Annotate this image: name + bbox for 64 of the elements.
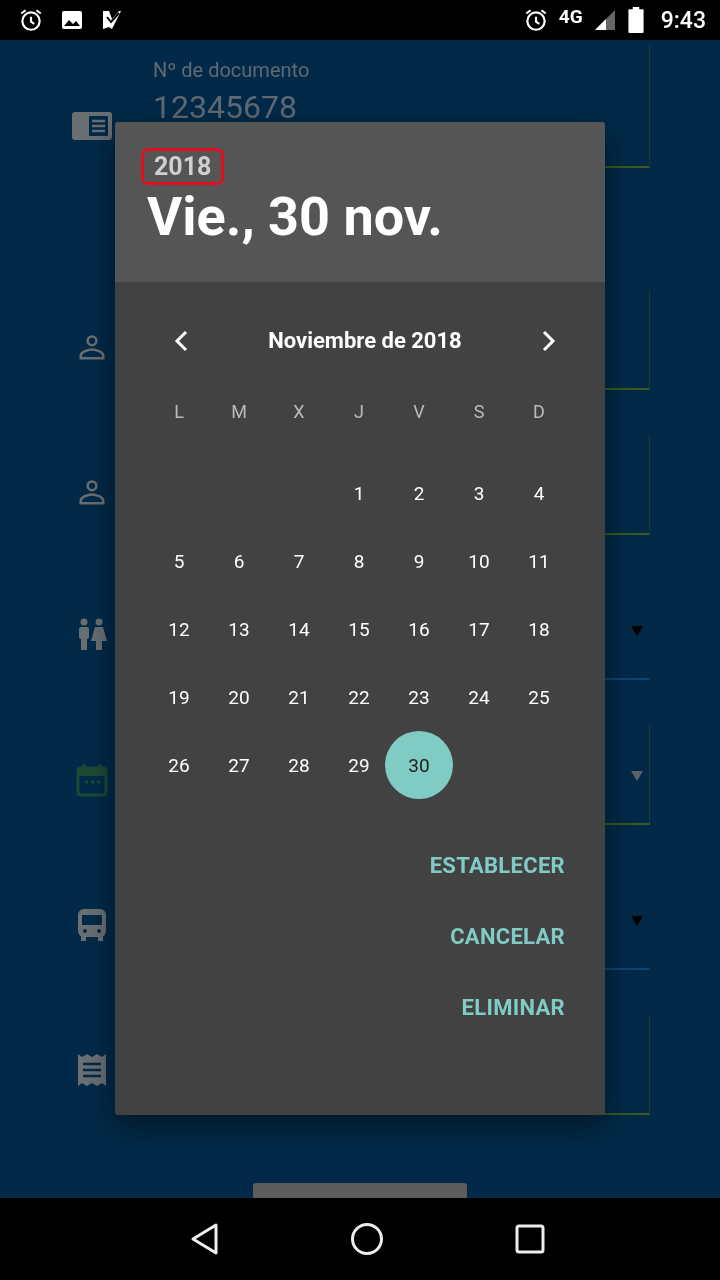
people-icon	[77, 618, 107, 652]
dropdown-arrow-icon	[631, 916, 643, 926]
calendar-icon	[76, 763, 108, 797]
calendar-day[interactable]: 17	[455, 605, 503, 653]
calendar-day[interactable]: 8	[335, 537, 383, 585]
home-icon[interactable]	[350, 1222, 385, 1256]
network-type: 4G	[558, 4, 583, 28]
calendar-day[interactable]: 11	[515, 537, 563, 585]
dialog-button[interactable]: ELIMINAR	[449, 989, 577, 1026]
image-icon	[60, 8, 84, 32]
dialog-button[interactable]: ESTABLECER	[417, 847, 577, 884]
checkmark-icon	[100, 8, 124, 32]
calendar-day[interactable]: 14	[275, 605, 323, 653]
calendar-day[interactable]: 20	[215, 673, 263, 721]
dropdown-arrow-icon	[631, 771, 643, 781]
back-icon[interactable]	[190, 1222, 221, 1256]
calendar-day[interactable]: 3	[455, 469, 503, 517]
weekday-label: M	[230, 399, 248, 424]
calendar-day[interactable]: 2	[395, 469, 443, 517]
calendar-day[interactable]: 13	[215, 605, 263, 653]
id-card-icon	[72, 112, 112, 140]
weekday-label: J	[353, 399, 365, 424]
weekday-label: D	[532, 399, 546, 424]
calendar-day[interactable]: 7	[275, 537, 323, 585]
receipt-icon	[77, 1053, 107, 1087]
month-title: Noviembre de 2018	[268, 328, 462, 353]
calendar-day[interactable]: 24	[455, 673, 503, 721]
calendar-day[interactable]: 4	[515, 469, 563, 517]
bus-icon	[77, 908, 107, 942]
recent-apps-icon[interactable]	[514, 1224, 545, 1254]
calendar-day[interactable]: 28	[275, 741, 323, 789]
calendar-day[interactable]: 16	[395, 605, 443, 653]
next-month-icon[interactable]	[541, 329, 557, 352]
calendar-day[interactable]: 9	[395, 537, 443, 585]
dialog-button[interactable]: CANCELAR	[438, 918, 577, 955]
person-icon	[77, 332, 107, 362]
selected-date: Vie., 30 nov.	[147, 187, 443, 247]
alarm-clock-icon	[18, 7, 44, 33]
calendar-day[interactable]: 30	[385, 731, 453, 799]
battery-icon	[626, 7, 645, 33]
calendar-day[interactable]: 15	[335, 605, 383, 653]
clock-time: 9:43	[660, 6, 706, 34]
weekday-label: L	[173, 399, 185, 424]
person-icon	[77, 477, 107, 507]
previous-month-icon[interactable]	[173, 329, 189, 352]
calendar-day[interactable]: 5	[155, 537, 203, 585]
calendar-day[interactable]: 26	[155, 741, 203, 789]
weekday-label: S	[472, 399, 486, 424]
calendar-day[interactable]: 25	[515, 673, 563, 721]
calendar-day[interactable]: 27	[215, 741, 263, 789]
calendar-day[interactable]: 18	[515, 605, 563, 653]
calendar-day[interactable]: 19	[155, 673, 203, 721]
calendar-day[interactable]: 12	[155, 605, 203, 653]
dropdown-arrow-icon	[631, 626, 643, 636]
calendar-day[interactable]: 21	[275, 673, 323, 721]
calendar-day[interactable]: 23	[395, 673, 443, 721]
year-label[interactable]: 2018	[141, 148, 225, 185]
calendar-day[interactable]: 6	[215, 537, 263, 585]
calendar-day[interactable]: 10	[455, 537, 503, 585]
calendar-day[interactable]: 1	[335, 469, 383, 517]
calendar-day[interactable]: 29	[335, 741, 383, 789]
weekday-label: X	[292, 399, 306, 424]
calendar-day[interactable]: 22	[335, 673, 383, 721]
weekday-label: V	[412, 399, 426, 424]
